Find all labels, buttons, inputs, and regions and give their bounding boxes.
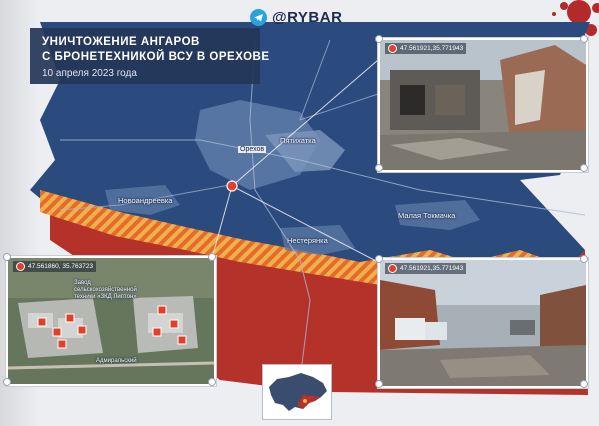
- satellite-coordinates: 47.561860, 35.763723: [13, 261, 97, 272]
- plant-label: Завод сельскохозяйственной техники «ЗКД …: [74, 280, 137, 300]
- infographic: Орехов Пятихатка Новоандреевка Малая Ток…: [0, 0, 599, 426]
- photo-destroyed-hangar: 47.561921,35.771943: [378, 38, 588, 172]
- photo-top-coordinates: 47.561921,35.771943: [385, 43, 467, 54]
- label-pyatikhatka: Пятихатка: [280, 136, 316, 145]
- ukraine-locator-map-icon: [262, 364, 332, 420]
- photo-bottom-coordinates: 47.561921,35.771943: [385, 263, 467, 274]
- photo-image: [380, 40, 586, 170]
- location-pin-icon: [388, 264, 397, 273]
- label-malaya-tokmachka: Малая Токмачка: [398, 211, 456, 220]
- label-nesterianka: Нестерянка: [287, 236, 328, 245]
- label-novoandreevka: Новоандреевка: [118, 196, 173, 205]
- photo-damaged-vehicles: 47.561921,35.771943: [378, 258, 588, 388]
- title-panel: УНИЧТОЖЕНИЕ АНГАРОВ С БРОНЕТЕХНИКОЙ ВСУ …: [30, 28, 269, 84]
- street-label: Адмиральский: [96, 358, 137, 364]
- brand-badge: @RYBAR: [250, 8, 342, 26]
- label-orekhov: Орехов: [238, 146, 267, 153]
- title-line-1: УНИЧТОЖЕНИЕ АНГАРОВ: [42, 36, 200, 48]
- satellite-view: 47.561860, 35.763723 Завод сельскохозяйс…: [6, 256, 216, 386]
- location-pin-icon: [388, 44, 397, 53]
- date: 10 апреля 2023 года: [42, 68, 137, 79]
- location-pin-icon: [16, 262, 25, 271]
- brand-name: @RYBAR: [272, 8, 343, 26]
- strike-location-marker: [226, 180, 238, 192]
- title-line-2: С БРОНЕТЕХНИКОЙ ВСУ В ОРЕХОВЕ: [42, 51, 270, 63]
- satellite-image: [8, 258, 214, 384]
- photo-image: [380, 260, 586, 386]
- telegram-icon: [250, 8, 267, 26]
